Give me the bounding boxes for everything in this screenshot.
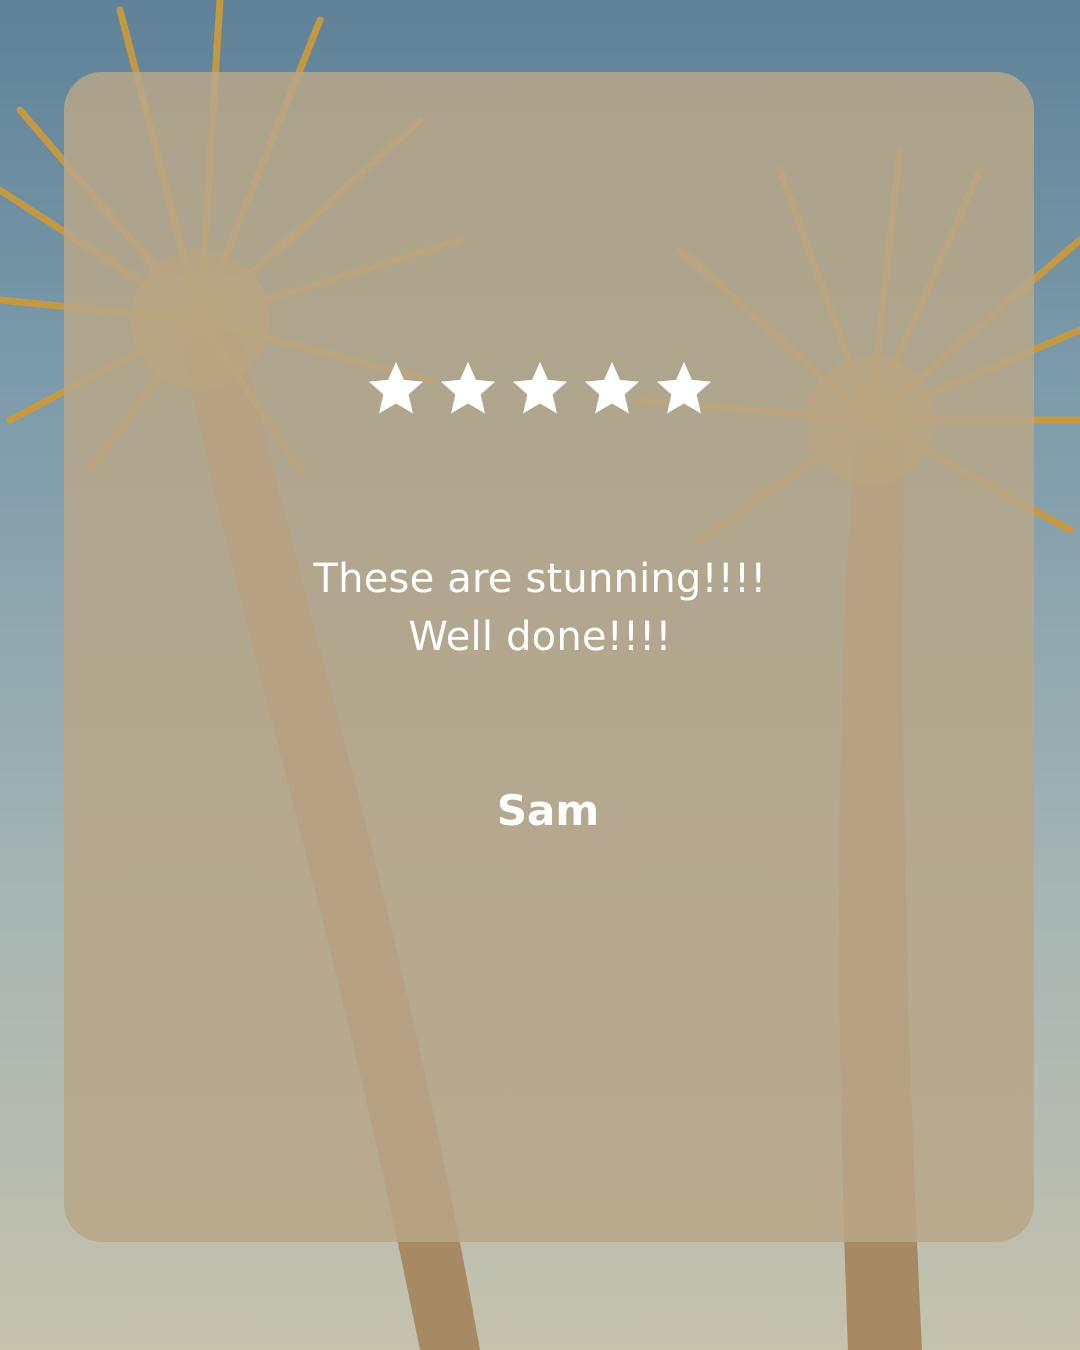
review-quote: These are stunning!!!! Well done!!!! [0, 550, 1080, 666]
star-icon [584, 361, 640, 414]
star-icon [656, 361, 712, 414]
star-icon [512, 361, 568, 414]
star-icon [368, 361, 424, 414]
star-rating [0, 358, 1080, 420]
star-icon [440, 361, 496, 414]
quote-line: These are stunning!!!! [313, 556, 767, 602]
review-author: Sam [496, 786, 600, 835]
review-page: These are stunning!!!! Well done!!!! Sam [0, 0, 1080, 1350]
quote-line: Well done!!!! [408, 614, 672, 660]
